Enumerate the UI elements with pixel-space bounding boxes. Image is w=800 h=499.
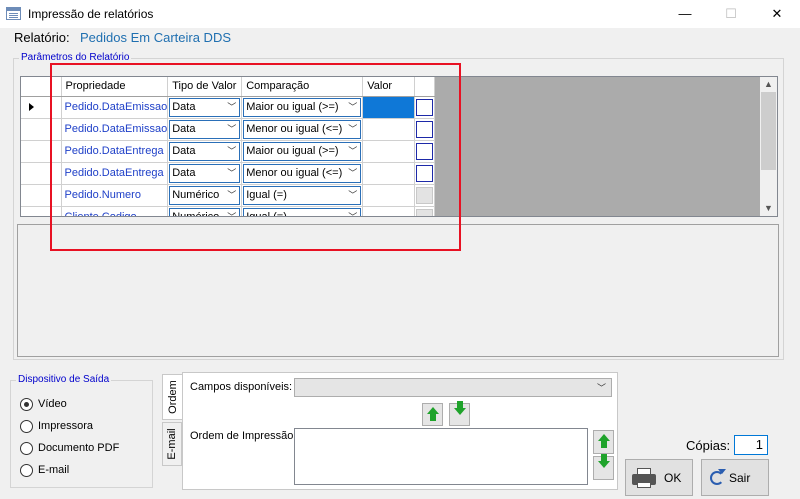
output-group-title: Dispositivo de Saída: [16, 374, 112, 386]
printer-icon: [632, 468, 656, 488]
order-down-button[interactable]: [593, 454, 614, 480]
sair-button-label: Sair: [729, 471, 751, 485]
tab-ordem[interactable]: Ordem: [162, 374, 182, 420]
tab-email[interactable]: E-mail: [162, 422, 182, 466]
radio-pdf-dot[interactable]: [20, 442, 33, 455]
app-icon: [6, 7, 21, 20]
move-up-button[interactable]: [422, 403, 443, 426]
report-label: Relatório:: [14, 30, 70, 45]
ok-button-label: OK: [664, 471, 682, 485]
highlight-box: [50, 63, 461, 251]
scroll-thumb[interactable]: [761, 92, 776, 170]
minimize-button[interactable]: —: [662, 0, 708, 28]
report-print-window: Impressão de relatórios — ☐ ✕ Relatório:…: [0, 0, 800, 499]
sair-button[interactable]: Sair: [701, 459, 769, 496]
campos-label: Campos disponíveis:: [190, 381, 293, 393]
chevron-down-icon: ﹀: [596, 383, 606, 393]
radio-impressora-label: Impressora: [38, 420, 94, 432]
tab-email-label: E-mail: [166, 428, 178, 460]
ok-button[interactable]: OK: [625, 459, 693, 496]
radio-impressora-dot[interactable]: [20, 420, 33, 433]
grid-vertical-scrollbar[interactable]: ▲ ▼: [760, 77, 777, 216]
campos-combobox[interactable]: ﹀: [294, 378, 612, 397]
close-button[interactable]: ✕: [754, 0, 800, 28]
copies-input[interactable]: 1: [734, 435, 768, 455]
move-down-button[interactable]: [449, 401, 470, 426]
arrow-up-icon: [598, 434, 610, 448]
radio-video-label: Vídeo: [38, 398, 67, 410]
scroll-up-icon[interactable]: ▲: [760, 77, 777, 92]
arrow-down-icon: [598, 454, 610, 468]
exit-icon: [710, 469, 726, 485]
arrow-up-icon: [427, 407, 439, 421]
order-up-button[interactable]: [593, 430, 614, 454]
arrow-down-icon: [454, 401, 466, 415]
window-title: Impressão de relatórios: [28, 7, 154, 21]
copies-label: Cópias:: [686, 438, 731, 453]
ordem-label: Ordem de Impressão:: [190, 430, 297, 442]
radio-email-label: E-mail: [38, 464, 70, 476]
scroll-down-icon[interactable]: ▼: [760, 201, 777, 216]
radio-video-dot[interactable]: [20, 398, 33, 411]
radio-pdf-label: Documento PDF: [38, 442, 120, 454]
maximize-button: ☐: [725, 6, 737, 21]
current-row-icon: [29, 102, 34, 111]
tab-ordem-label: Ordem: [166, 380, 179, 414]
title-bar: Impressão de relatórios — ☐ ✕: [0, 0, 800, 28]
radio-email-dot[interactable]: [20, 464, 33, 477]
ordem-listbox[interactable]: [294, 428, 588, 485]
report-name: Pedidos Em Carteira DDS: [80, 30, 231, 45]
